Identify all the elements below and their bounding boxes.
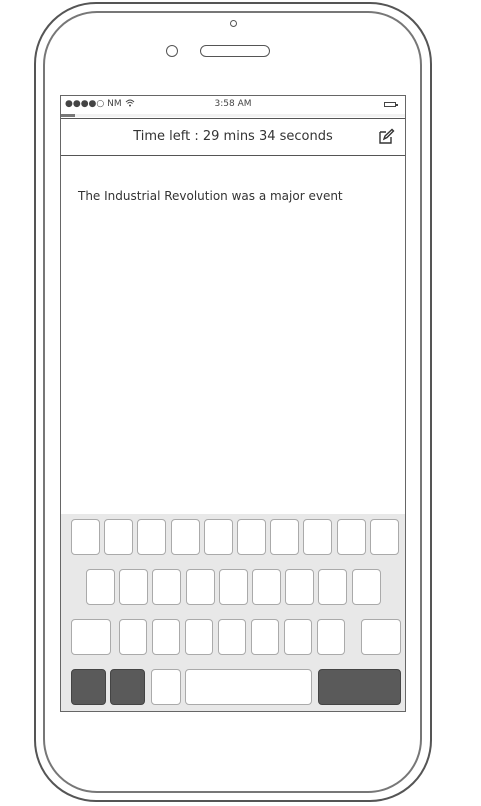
camera-icon — [230, 20, 237, 27]
sensor-icon — [166, 45, 178, 57]
key-row1[interactable] — [170, 519, 200, 555]
key-row2[interactable] — [185, 569, 215, 605]
key-row1[interactable] — [71, 519, 100, 555]
key-row1[interactable] — [137, 519, 167, 555]
key-row1[interactable] — [237, 519, 266, 555]
key-row1[interactable] — [369, 519, 399, 555]
space-key[interactable] — [185, 669, 312, 705]
return-key[interactable] — [318, 669, 401, 705]
edit-icon[interactable] — [377, 128, 395, 146]
nav-bar: Time left : 29 mins 34 seconds — [61, 118, 405, 156]
key-row3[interactable] — [218, 619, 246, 655]
key-row2[interactable] — [351, 569, 381, 605]
key-row1[interactable] — [203, 519, 233, 555]
key-row2[interactable] — [86, 569, 115, 605]
status-bar: ●●●●○ NM 3:58 AM — [61, 96, 405, 113]
keyboard — [61, 514, 405, 711]
screen: ●●●●○ NM 3:58 AM Time left : 29 mins 34 … — [60, 95, 406, 712]
key-row3[interactable] — [251, 619, 279, 655]
clock: 3:58 AM — [214, 99, 252, 109]
key-row3[interactable] — [119, 619, 147, 655]
globe-key[interactable] — [110, 669, 145, 705]
key-row1[interactable] — [104, 519, 134, 555]
essay-text[interactable]: The Industrial Revolution was a major ev… — [78, 189, 343, 203]
key-row3[interactable] — [284, 619, 312, 655]
shift-key[interactable] — [71, 619, 111, 655]
battery-icon — [384, 102, 398, 107]
key-row2[interactable] — [218, 569, 248, 605]
backspace-key[interactable] — [361, 619, 401, 655]
key-row1[interactable] — [270, 519, 300, 555]
numbers-key[interactable] — [71, 669, 106, 705]
key-row3[interactable] — [317, 619, 345, 655]
key-row3[interactable] — [185, 619, 213, 655]
key-row2[interactable] — [119, 569, 149, 605]
key-row3[interactable] — [152, 619, 180, 655]
speaker-grille — [200, 45, 270, 57]
key-row1[interactable] — [336, 519, 366, 555]
key-row1[interactable] — [303, 519, 333, 555]
key-row2[interactable] — [152, 569, 182, 605]
timer-title: Time left : 29 mins 34 seconds — [133, 129, 333, 144]
key-row2[interactable] — [318, 569, 348, 605]
progress-bar — [61, 114, 405, 117]
key-row2[interactable] — [252, 569, 281, 605]
key-row2[interactable] — [285, 569, 315, 605]
progress-fill — [61, 114, 75, 117]
mic-key[interactable] — [151, 669, 181, 705]
